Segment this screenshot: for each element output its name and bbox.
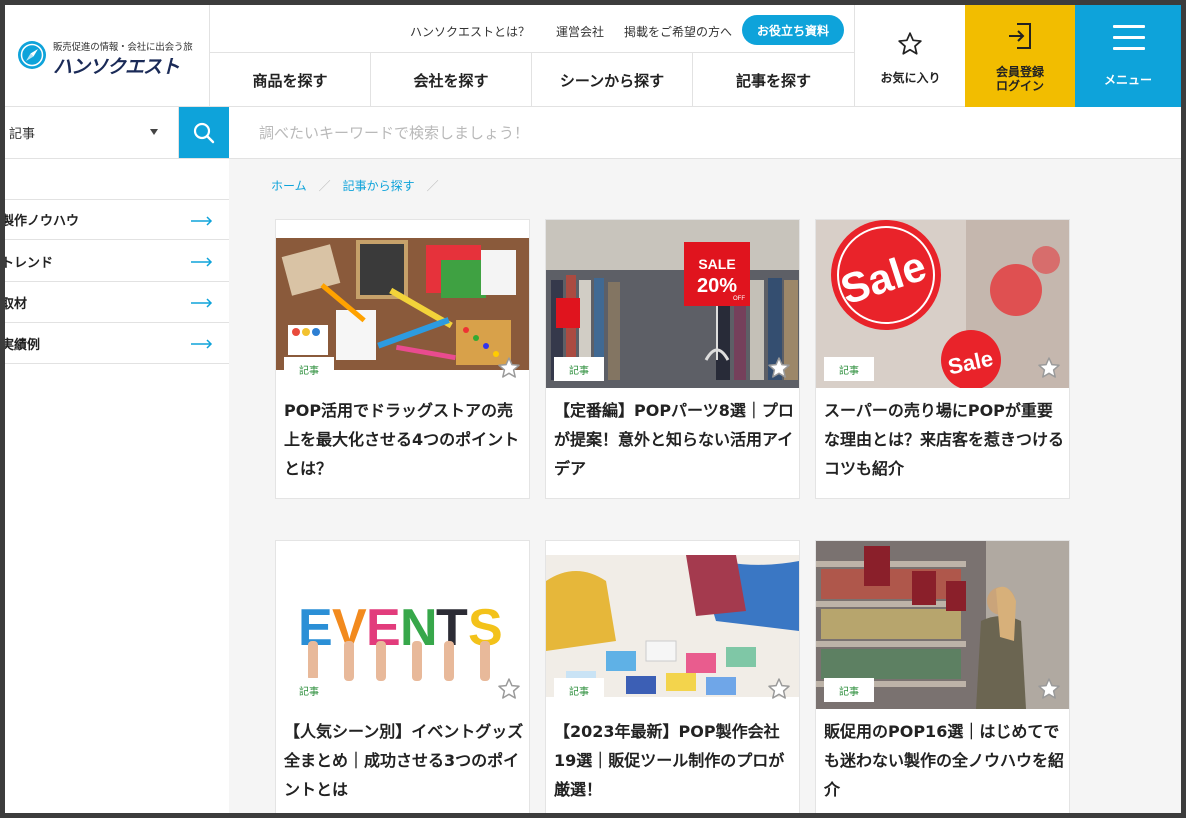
compass-icon: [18, 41, 46, 69]
card-tag: 記事: [554, 678, 604, 702]
sidebar-item-label: トレンド: [5, 255, 54, 271]
favorite-star-icon[interactable]: [497, 356, 521, 380]
sidebar-item-label: 取材: [5, 296, 28, 312]
sidebar: 製作ノウハウ トレンド 取材 実績例: [5, 159, 229, 813]
favorite-star-icon[interactable]: [497, 677, 521, 701]
breadcrumb-home[interactable]: ホーム: [271, 179, 307, 193]
arrow-right-icon: [191, 216, 213, 226]
breadcrumb: ホーム／記事から探す／: [271, 179, 439, 193]
link-company[interactable]: 運営会社: [556, 23, 604, 40]
search-input[interactable]: [229, 107, 1181, 158]
caret-down-icon: [150, 129, 158, 135]
page-frame: 販売促進の情報・会社に出会う旅 ハンソクエスト ハンソクエストとは？ 運営会社 …: [5, 5, 1181, 813]
article-card[interactable]: Sale Sale 記事 スーパーの売り場にPOPが重要な理由とは？来店客を惹き…: [815, 219, 1070, 499]
login-line1: 会員登録: [995, 65, 1044, 79]
card-tag: 記事: [284, 678, 334, 702]
article-card[interactable]: E V E N T S 記事 【人気シーン別】イベントグッズ全まとめ｜成功させる…: [275, 540, 530, 813]
article-card[interactable]: 記事 【2023年最新】POP製作会社19選｜販促ツール制作のプロが厳選！: [545, 540, 800, 813]
nav-products[interactable]: 商品を探す: [210, 53, 371, 107]
logo-tagline: 販売促進の情報・会社に出会う旅: [53, 42, 193, 53]
login-line2: ログイン: [995, 79, 1044, 93]
logo[interactable]: 販売促進の情報・会社に出会う旅 ハンソクエスト: [5, 5, 210, 107]
nav-articles[interactable]: 記事を探す: [693, 53, 854, 107]
sidebar-item-case-studies[interactable]: 実績例: [5, 323, 229, 364]
menu-button[interactable]: メニュー: [1075, 5, 1181, 107]
main-nav: 商品を探す 会社を探す シーンから探す 記事を探す: [210, 53, 854, 107]
card-title[interactable]: スーパーの売り場にPOPが重要な理由とは？来店客を惹きつけるコツも紹介: [824, 396, 1064, 483]
favorites-button[interactable]: お気に入り: [854, 5, 965, 107]
sale-sign-off: OFF: [733, 296, 745, 302]
logo-brand: ハンソクエスト: [53, 56, 180, 78]
card-tag: 記事: [284, 357, 334, 381]
favorite-star-icon[interactable]: [767, 356, 791, 380]
favorites-label: お気に入り: [880, 71, 941, 85]
arrow-right-icon: [191, 339, 213, 349]
sidebar-item-trend[interactable]: トレンド: [5, 241, 229, 282]
hamburger-icon: [1113, 25, 1145, 50]
login-icon: [1009, 23, 1031, 49]
top-links: ハンソクエストとは？ 運営会社 掲載をご希望の方へ お役立ち資料: [210, 5, 854, 53]
favorite-star-icon[interactable]: [767, 677, 791, 701]
search-category-select[interactable]: 記事: [5, 107, 179, 158]
nav-scenes[interactable]: シーンから探す: [532, 53, 693, 107]
nav-companies[interactable]: 会社を探す: [371, 53, 532, 107]
favorite-star-icon[interactable]: [1037, 677, 1061, 701]
article-card[interactable]: 記事 POP活用でドラッグストアの売上を最大化させる4つのポイントとは？: [275, 219, 530, 499]
link-listing[interactable]: 掲載をご希望の方へ: [624, 23, 732, 40]
favorite-star-icon[interactable]: [1037, 356, 1061, 380]
resources-button[interactable]: お役立ち資料: [742, 15, 844, 45]
login-label: 会員登録 ログイン: [965, 65, 1075, 93]
arrow-right-icon: [191, 298, 213, 308]
login-button[interactable]: 会員登録 ログイン: [965, 5, 1075, 107]
search-category-value: 記事: [9, 127, 36, 142]
site-header: 販売促進の情報・会社に出会う旅 ハンソクエスト ハンソクエストとは？ 運営会社 …: [5, 5, 1181, 107]
sidebar-item-label: 製作ノウハウ: [5, 214, 80, 229]
card-title[interactable]: 【人気シーン別】イベントグッズ全まとめ｜成功させる3つのポイントとは: [284, 717, 524, 804]
sidebar-item-label: 実績例: [5, 337, 41, 353]
article-list: ホーム／記事から探す／ 記事 POP活用でドラッグストアの売上を最大化させる4つ…: [229, 159, 1181, 813]
breadcrumb-articles[interactable]: 記事から探す: [343, 179, 415, 193]
card-title[interactable]: 【定番編】POPパーツ8選｜プロが提案！意外と知らない活用アイデア: [554, 396, 794, 483]
sidebar-item-interview[interactable]: 取材: [5, 282, 229, 323]
card-title[interactable]: POP活用でドラッグストアの売上を最大化させる4つのポイントとは？: [284, 396, 524, 483]
search-bar: 記事: [5, 107, 1181, 159]
sidebar-item-know-how[interactable]: 製作ノウハウ: [5, 199, 229, 240]
sale-sign-text: SALE: [698, 256, 735, 272]
link-about[interactable]: ハンソクエストとは？: [410, 23, 530, 40]
card-tag: 記事: [554, 357, 604, 381]
search-button[interactable]: [179, 107, 229, 158]
article-card[interactable]: SALE 20% OFF 記事 【定番編】POPパーツ8選｜プロが提案！意外と知…: [545, 219, 800, 499]
star-outline-icon: [898, 32, 922, 55]
sale-sign-percent: 20%: [697, 275, 737, 297]
search-icon: [193, 122, 215, 143]
article-card[interactable]: 記事 販促用のPOP16選｜はじめてでも迷わない製作の全ノウハウを紹介: [815, 540, 1070, 813]
card-tag: 記事: [824, 678, 874, 702]
card-tag: 記事: [824, 357, 874, 381]
card-title[interactable]: 販促用のPOP16選｜はじめてでも迷わない製作の全ノウハウを紹介: [824, 717, 1064, 804]
menu-label: メニュー: [1103, 73, 1152, 87]
card-title[interactable]: 【2023年最新】POP製作会社19選｜販促ツール制作のプロが厳選！: [554, 717, 794, 804]
arrow-right-icon: [191, 257, 213, 267]
